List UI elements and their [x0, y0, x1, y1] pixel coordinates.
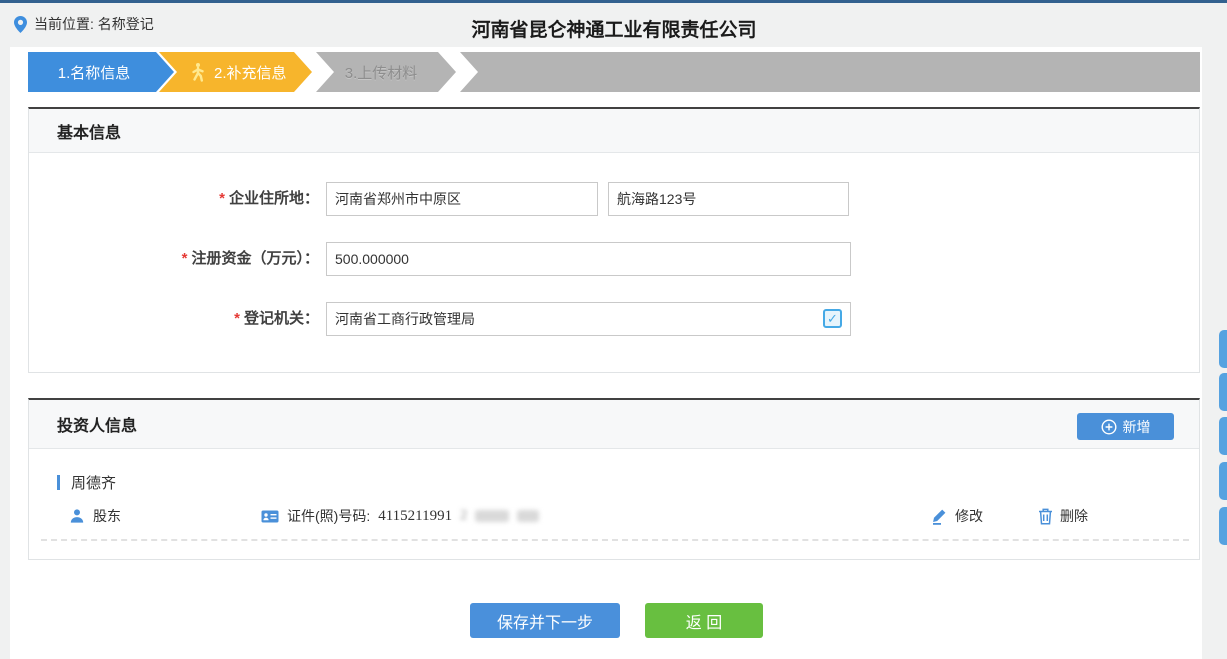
basic-info-header: 基本信息	[29, 109, 1199, 153]
investor-detail-row: 股东 证件(照)号码: 4115211991 2	[29, 506, 1201, 530]
add-investor-label: 新增	[1123, 417, 1151, 437]
person-icon	[69, 508, 85, 524]
investor-role: 股东	[69, 506, 121, 526]
authority-label: *登记机关：	[29, 302, 319, 336]
address-label: *企业住所地：	[29, 182, 319, 216]
location-pin-icon	[14, 16, 27, 33]
step-3-label: 3.上传材料	[316, 62, 456, 83]
investor-role-label: 股东	[93, 506, 121, 526]
basic-info-panel: 基本信息 *企业住所地： *注册资金（万元）： *登记机关： ✓	[28, 107, 1200, 373]
step-2-label: 2.补充信息	[214, 62, 287, 83]
id-number-label: 证件(照)号码:	[287, 506, 370, 526]
side-tab[interactable]	[1219, 507, 1227, 545]
edit-label: 修改	[955, 506, 983, 526]
investor-header: 投资人信息 新增	[29, 400, 1199, 449]
delete-investor-button[interactable]: 删除	[1038, 506, 1088, 526]
back-button[interactable]: 返 回	[645, 603, 763, 638]
save-and-next-button[interactable]: 保存并下一步	[470, 603, 620, 638]
investor-title: 投资人信息	[29, 412, 137, 436]
capital-label: *注册资金（万元）：	[29, 242, 319, 276]
page-title: 河南省昆仑神通工业有限责任公司	[28, 15, 1200, 42]
side-tab[interactable]	[1219, 417, 1227, 455]
pencil-icon	[931, 508, 948, 525]
edit-investor-button[interactable]: 修改	[931, 506, 983, 526]
investor-panel: 投资人信息 新增 周德齐	[28, 398, 1200, 560]
step-1-name-info[interactable]: 1.名称信息	[28, 52, 174, 92]
authority-picker-checkbox-icon[interactable]: ✓	[823, 309, 842, 328]
investor-row-divider	[41, 539, 1189, 541]
address-region-input[interactable]	[326, 182, 598, 216]
walking-person-icon	[189, 62, 206, 82]
side-tab[interactable]	[1219, 330, 1227, 368]
investor-name-row: 周德齐	[57, 472, 116, 493]
step-1-label: 1.名称信息	[28, 62, 174, 83]
step-3-upload-materials[interactable]: 3.上传材料	[316, 52, 456, 92]
id-number-blurred: 2	[460, 508, 467, 524]
delete-label: 删除	[1060, 506, 1088, 526]
required-mark: *	[234, 310, 240, 327]
side-tab[interactable]	[1219, 373, 1227, 411]
circle-plus-icon	[1101, 419, 1117, 435]
id-card-icon	[261, 509, 279, 524]
trash-icon	[1038, 508, 1053, 525]
top-accent-line	[0, 0, 1227, 3]
investor-id: 证件(照)号码: 4115211991 2	[261, 506, 539, 526]
registered-capital-input[interactable]	[326, 242, 851, 276]
name-accent-bar	[57, 475, 60, 490]
step-2-supplement-info[interactable]: 2.补充信息	[159, 52, 312, 92]
basic-info-title: 基本信息	[29, 119, 121, 143]
add-investor-button[interactable]: 新增	[1077, 413, 1174, 440]
required-mark: *	[182, 250, 188, 267]
side-tab[interactable]	[1219, 462, 1227, 500]
address-street-input[interactable]	[608, 182, 849, 216]
id-number-visible: 4115211991	[378, 508, 452, 525]
registration-authority-input[interactable]	[326, 302, 851, 336]
id-redaction-blob	[517, 510, 539, 522]
required-mark: *	[219, 190, 225, 207]
page: 当前位置: 名称登记 河南省昆仑神通工业有限责任公司 1.名称信息 2.补充信息…	[0, 0, 1227, 659]
investor-name: 周德齐	[71, 472, 116, 493]
step-bar-tail	[460, 52, 1200, 92]
id-redaction-blob	[475, 510, 509, 522]
